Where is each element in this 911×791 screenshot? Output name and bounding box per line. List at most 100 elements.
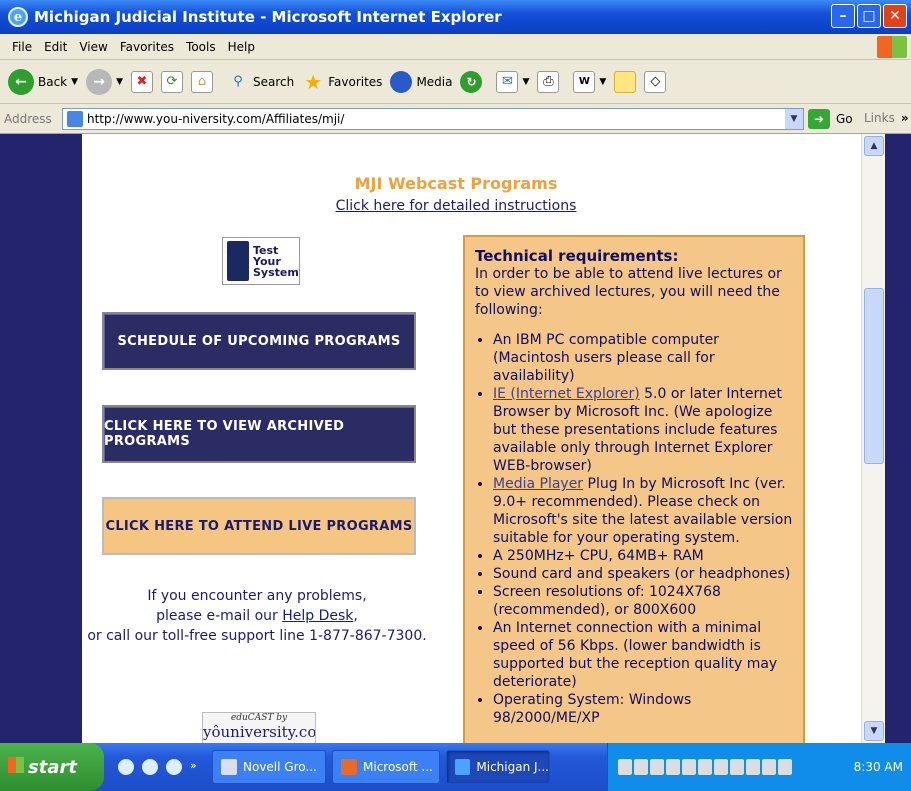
- search-label: Search: [252, 74, 295, 89]
- page-viewport: MJI Webcast Programs Click here for deta…: [0, 134, 911, 750]
- favorites-label: Favorites: [328, 74, 383, 89]
- page-title: MJI Webcast Programs: [354, 174, 558, 193]
- history-button[interactable]: ↻: [460, 70, 483, 93]
- title-bar: e Michigan Judicial Institute - Microsof…: [0, 0, 911, 34]
- tray-icon[interactable]: [714, 759, 728, 775]
- menu-edit[interactable]: Edit: [44, 40, 67, 54]
- scroll-up-icon[interactable]: ▲: [864, 136, 884, 156]
- stop-button[interactable]: ✖: [130, 70, 153, 93]
- test-label: Test: [253, 243, 279, 257]
- window-title: Michigan Judicial Institute - Microsoft …: [34, 8, 502, 26]
- menu-favorites[interactable]: Favorites: [120, 40, 174, 54]
- tray-icon[interactable]: [618, 759, 632, 775]
- menu-tools[interactable]: Tools: [186, 40, 216, 54]
- chevron-down-icon[interactable]: ▼: [71, 77, 78, 87]
- chevron-down-icon[interactable]: ▼: [522, 77, 529, 87]
- youniversity-text: yôuniversity.com: [203, 723, 316, 741]
- test-your-system-button[interactable]: Test Your System: [222, 237, 300, 285]
- tray-icon[interactable]: [778, 759, 792, 775]
- standard-toolbar: ← Back ▼ → ▼ ✖ ⟳ ⌂ ⚲ Search ★ Favorites …: [0, 60, 911, 104]
- chevron-right-icon[interactable]: »: [901, 111, 909, 125]
- help-desk-link[interactable]: Help Desk: [282, 608, 353, 624]
- discuss-button[interactable]: [614, 70, 637, 93]
- address-input[interactable]: http://www.you-niversity.com/Affiliates/…: [62, 108, 804, 130]
- history-icon: ↻: [460, 70, 483, 93]
- maximize-button[interactable]: □: [857, 4, 881, 28]
- media-label: Media: [416, 74, 453, 89]
- scroll-down-icon[interactable]: ▼: [864, 721, 884, 741]
- media-button[interactable]: Media: [390, 70, 453, 93]
- minimize-button[interactable]: –: [831, 4, 855, 28]
- problems-line2-suffix: ,: [353, 608, 358, 624]
- favorites-button[interactable]: ★ Favorites: [302, 70, 383, 94]
- problems-line2-prefix: please e-mail our: [156, 608, 283, 624]
- system-tray: 8:30 AM: [607, 743, 911, 791]
- app-quicklaunch-icon[interactable]: [166, 759, 182, 775]
- tray-icon[interactable]: [698, 759, 712, 775]
- back-button[interactable]: ← Back ▼: [8, 68, 78, 95]
- novell-icon: [221, 759, 237, 775]
- menu-file[interactable]: File: [12, 40, 32, 54]
- close-button[interactable]: ✕: [883, 4, 907, 28]
- vertical-scrollbar[interactable]: ▲ ▼: [861, 134, 885, 743]
- live-programs-button[interactable]: CLICK HERE TO ATTEND LIVE PROGRAMS: [102, 497, 416, 555]
- media-quicklaunch-icon[interactable]: [142, 759, 158, 775]
- tray-icon[interactable]: [682, 759, 696, 775]
- chevron-down-icon[interactable]: ▼: [116, 77, 123, 87]
- edit-button[interactable]: W ▼: [573, 70, 606, 93]
- start-label: start: [28, 756, 77, 778]
- forward-button[interactable]: → ▼: [86, 68, 123, 95]
- tech-intro: In order to be able to attend live lectu…: [475, 266, 782, 318]
- clock[interactable]: 8:30 AM: [854, 760, 903, 774]
- chevron-down-icon[interactable]: ▼: [785, 109, 803, 129]
- requirement-media: Media Player Plug In by Microsoft Inc (v…: [493, 475, 793, 547]
- tray-icon[interactable]: [666, 759, 680, 775]
- menu-view[interactable]: View: [79, 40, 107, 54]
- tray-icon[interactable]: [650, 759, 664, 775]
- tray-icon[interactable]: [746, 759, 760, 775]
- printer-icon: ⎙: [537, 70, 560, 93]
- links-toolbar[interactable]: Links »: [864, 111, 909, 125]
- requirements-list: An IBM PC compatible computer (Macintosh…: [493, 331, 793, 727]
- tray-icon[interactable]: [730, 759, 744, 775]
- ie-quicklaunch-icon[interactable]: [118, 759, 134, 775]
- task-michigan[interactable]: Michigan J...: [446, 750, 550, 784]
- home-button[interactable]: ⌂: [190, 70, 213, 93]
- address-url[interactable]: http://www.you-niversity.com/Affiliates/…: [87, 112, 344, 126]
- problems-line2: please e-mail our Help Desk,: [82, 606, 432, 626]
- mail-button[interactable]: ✉ ▼: [496, 70, 529, 93]
- menu-bar: File Edit View Favorites Tools Help: [0, 34, 911, 60]
- tray-icon[interactable]: [762, 759, 776, 775]
- archived-programs-button[interactable]: CLICK HERE TO VIEW ARCHIVED PROGRAMS: [102, 405, 416, 463]
- schedule-button[interactable]: SCHEDULE OF UPCOMING PROGRAMS: [102, 312, 416, 370]
- print-button[interactable]: ⎙: [537, 70, 560, 93]
- scroll-thumb[interactable]: [864, 288, 884, 464]
- menu-help[interactable]: Help: [228, 40, 255, 54]
- requirement-pc: An IBM PC compatible computer (Macintosh…: [493, 331, 793, 385]
- quick-launch: »: [118, 759, 206, 775]
- address-bar: Address http://www.you-niversity.com/Aff…: [0, 104, 911, 134]
- diamond-icon: ◇: [644, 70, 667, 93]
- media-player-link[interactable]: Media Player: [493, 476, 583, 492]
- instructions-link[interactable]: Click here for detailed instructions: [82, 198, 830, 214]
- problems-line3: or call our toll-free support line 1-877…: [87, 628, 427, 644]
- go-label: Go: [836, 112, 853, 126]
- go-button[interactable]: ➜ Go: [808, 109, 853, 129]
- chevron-down-icon[interactable]: ▼: [599, 77, 606, 87]
- search-button[interactable]: ⚲ Search: [227, 71, 294, 93]
- ie-link[interactable]: IE (Internet Explorer): [493, 386, 640, 402]
- windows-logo-icon: [877, 36, 907, 58]
- computer-mouse-icon: [227, 241, 249, 281]
- chevron-right-icon[interactable]: »: [190, 759, 206, 775]
- windows-flag-icon: [8, 757, 24, 773]
- messenger-button[interactable]: ◇: [644, 70, 667, 93]
- task-microsoft[interactable]: Microsoft ...: [332, 750, 440, 784]
- refresh-button[interactable]: ⟳: [160, 70, 183, 93]
- word-icon: W: [573, 70, 596, 93]
- task-novell[interactable]: Novell Gro...: [212, 750, 326, 784]
- task-novell-label: Novell Gro...: [243, 760, 317, 774]
- start-button[interactable]: start: [0, 743, 104, 791]
- home-icon: ⌂: [190, 70, 213, 93]
- problems-line1: If you encounter any problems,: [147, 588, 367, 604]
- tray-icon[interactable]: [634, 759, 648, 775]
